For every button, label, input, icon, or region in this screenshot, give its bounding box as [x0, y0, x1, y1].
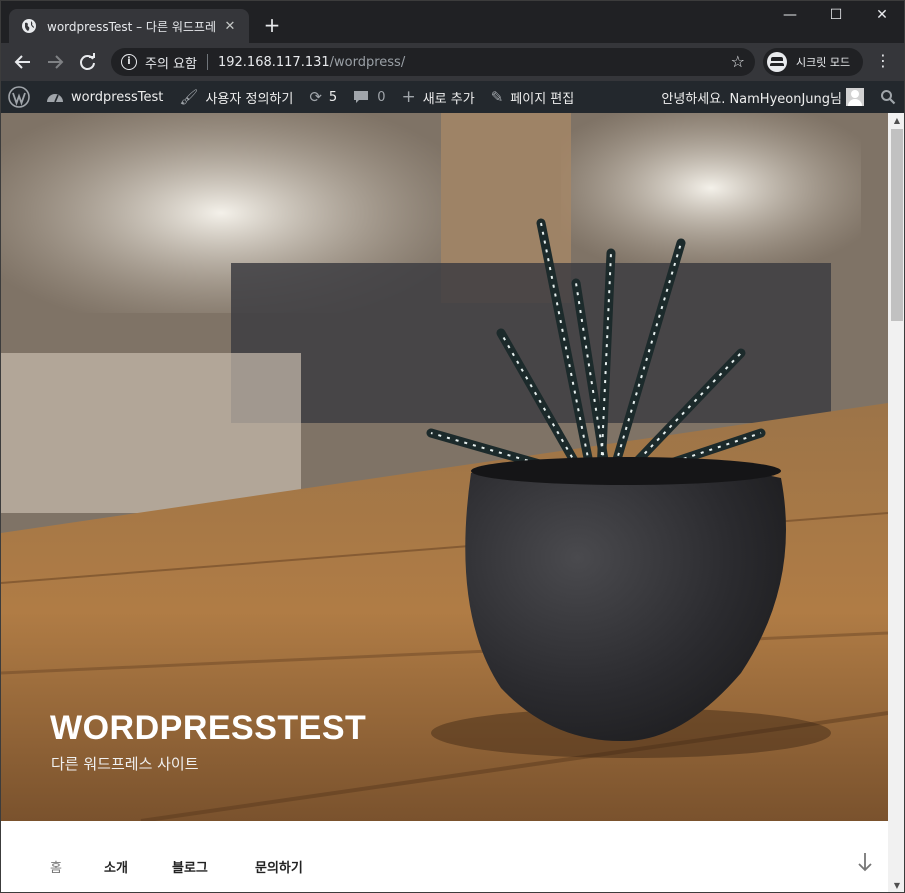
main-navigation: 홈 소개 블로그 문의하기	[1, 821, 888, 892]
info-icon[interactable]: i	[121, 54, 137, 70]
wp-admin-bar: wordpressTest 🖌 사용자 정의하기 ⟳ 5 0 + 새로 추가 ✎…	[1, 81, 904, 113]
new-tab-button[interactable]: +	[261, 14, 283, 36]
admin-bar-customize[interactable]: 🖌 사용자 정의하기	[171, 81, 301, 113]
wordpress-logo-icon	[8, 86, 30, 108]
maximize-button[interactable]: ☐	[821, 7, 851, 23]
nav-item-contact[interactable]: 문의하기	[255, 857, 303, 876]
vertical-scrollbar[interactable]: ▲ ▼	[888, 113, 904, 892]
address-bar[interactable]: i 주의 요함 192.168.117.131 /wordpress/ ☆	[111, 48, 755, 76]
admin-bar-comments[interactable]: 0	[345, 81, 393, 113]
security-status: 주의 요함	[145, 56, 197, 72]
search-icon	[881, 90, 896, 105]
pencil-icon: ✎	[490, 88, 504, 106]
url-path: /wordpress/	[329, 54, 406, 70]
comments-count: 0	[377, 89, 386, 105]
browser-tab-active[interactable]: wordpressTest – 다른 워드프레스 ✕	[9, 9, 249, 43]
dashboard-icon	[47, 94, 63, 103]
back-icon[interactable]	[11, 51, 35, 73]
url-host: 192.168.117.131	[217, 54, 330, 70]
browser-window: wordpressTest – 다른 워드프레스 ✕ + — ☐ ✕ i 주의 …	[0, 0, 905, 893]
admin-bar-search[interactable]	[872, 81, 904, 113]
site-name-label: wordpressTest	[71, 89, 164, 105]
scroll-down-arrow-icon[interactable]: ▼	[888, 878, 904, 892]
globe-icon	[22, 19, 36, 33]
admin-bar-my-account[interactable]: 안녕하세요. NamHyeonJung님	[653, 81, 872, 113]
edit-page-label: 페이지 편집	[510, 91, 575, 107]
site-description: 다른 워드프레스 사이트	[51, 755, 199, 773]
admin-bar-edit-page[interactable]: ✎ 페이지 편집	[483, 81, 583, 113]
minimize-button[interactable]: —	[775, 7, 805, 23]
forward-icon[interactable]	[43, 51, 67, 73]
reload-icon[interactable]	[76, 51, 100, 73]
browser-toolbar: i 주의 요함 192.168.117.131 /wordpress/ ☆ 시크…	[1, 43, 904, 81]
updates-icon: ⟳	[309, 88, 322, 106]
nav-item-about[interactable]: 소개	[104, 857, 128, 876]
scroll-up-arrow-icon[interactable]: ▲	[888, 113, 904, 129]
greeting-label: 안녕하세요. NamHyeonJung님	[661, 91, 842, 107]
updates-count: 5	[328, 89, 338, 105]
customize-label: 사용자 정의하기	[205, 91, 294, 107]
omnibox-separator	[206, 54, 208, 70]
admin-bar-site-name[interactable]: wordpressTest	[38, 81, 171, 113]
arrow-down-icon[interactable]	[856, 851, 874, 873]
nav-item-home[interactable]: 홈	[50, 857, 62, 876]
nav-item-blog[interactable]: 블로그	[172, 857, 208, 876]
browser-menu-icon[interactable]: ⋮	[875, 52, 891, 70]
window-close-button[interactable]: ✕	[867, 7, 897, 23]
admin-bar-secondary: 안녕하세요. NamHyeonJung님	[653, 81, 904, 113]
header-hero-image: WORDPRESSTEST 다른 워드프레스 사이트	[1, 113, 888, 821]
plus-icon: +	[401, 87, 416, 107]
tab-strip: wordpressTest – 다른 워드프레스 ✕ + — ☐ ✕	[1, 1, 904, 43]
brush-icon: 🖌	[179, 88, 199, 106]
incognito-label: 시크릿 모드	[796, 56, 851, 69]
page-viewport: WORDPRESSTEST 다른 워드프레스 사이트 홈 소개 블로그 문의하기	[1, 113, 888, 892]
comment-icon	[354, 91, 369, 103]
tab-title: wordpressTest – 다른 워드프레스	[47, 19, 215, 34]
admin-bar-updates[interactable]: ⟳ 5	[301, 81, 345, 113]
site-title[interactable]: WORDPRESSTEST	[50, 709, 366, 748]
wp-logo-button[interactable]	[1, 81, 38, 113]
incognito-icon	[767, 52, 787, 72]
star-icon[interactable]: ☆	[731, 52, 745, 71]
new-content-label: 새로 추가	[422, 91, 475, 107]
avatar	[846, 88, 864, 106]
tab-close-icon[interactable]: ✕	[221, 19, 239, 34]
admin-bar-new-content[interactable]: + 새로 추가	[393, 81, 482, 113]
scrollbar-thumb[interactable]	[891, 129, 903, 321]
incognito-badge[interactable]: 시크릿 모드	[763, 48, 863, 76]
